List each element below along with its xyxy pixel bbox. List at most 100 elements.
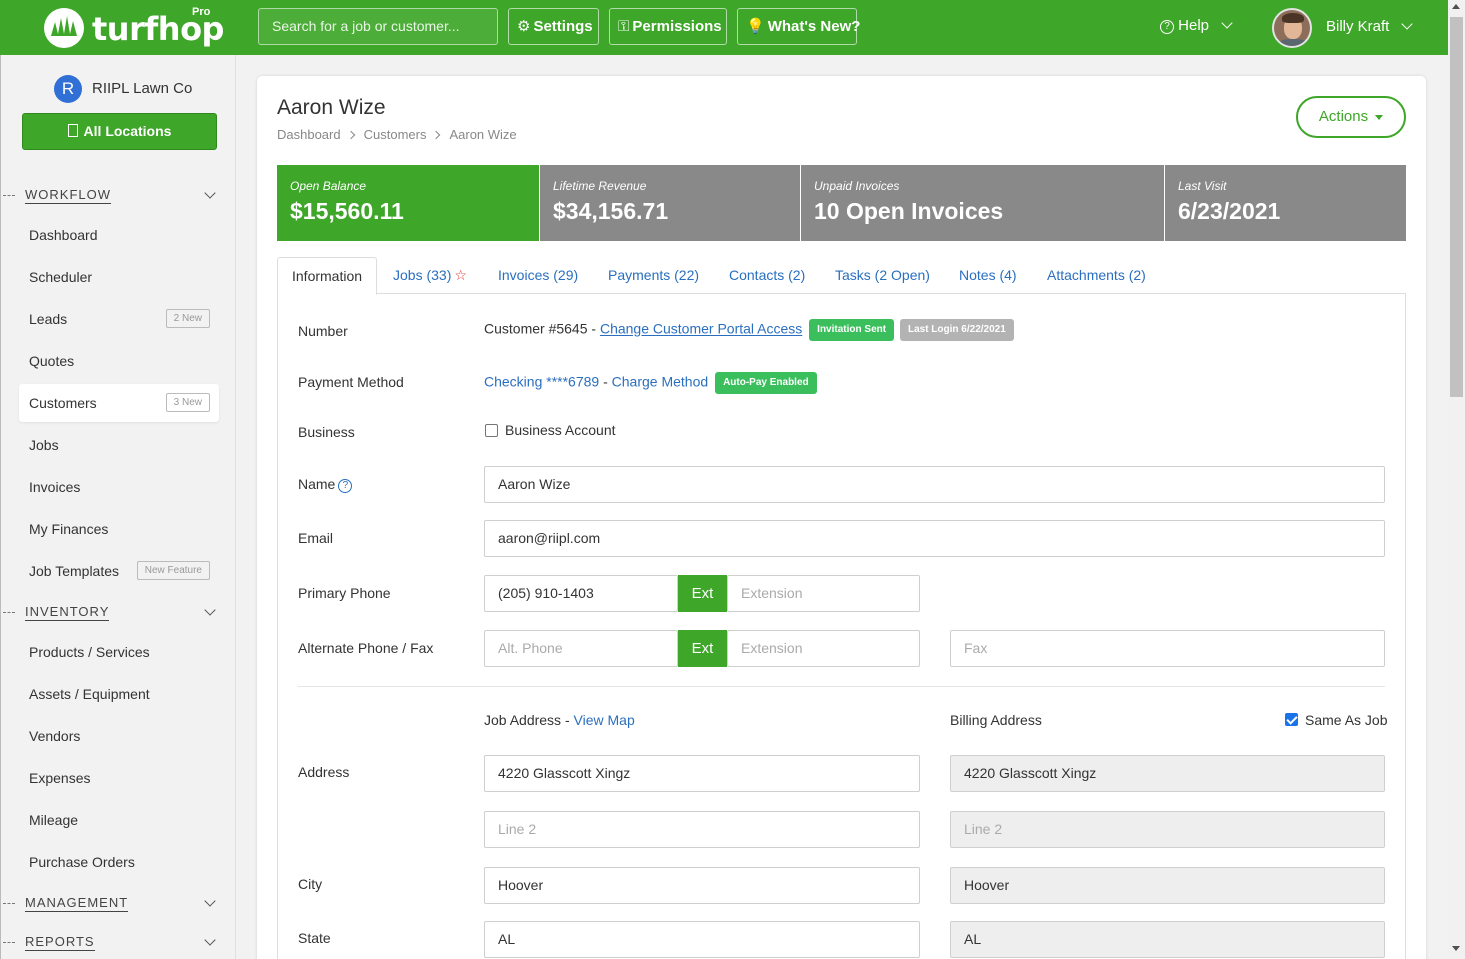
tab-contacts[interactable]: Contacts (2) <box>729 257 805 294</box>
sidebar-item-quotes[interactable]: Quotes <box>19 342 219 380</box>
alt-phone-input[interactable]: Alt. Phone <box>484 630 678 667</box>
section-reports-label: REPORTS <box>25 934 95 951</box>
job-state-input[interactable]: AL <box>484 921 920 958</box>
star-icon: ☆ <box>454 267 467 283</box>
chevron-down-icon <box>204 895 216 907</box>
customer-number-row: Customer #5645 - Change Customer Portal … <box>484 319 1014 341</box>
same-as-job-label[interactable]: Same As Job <box>1305 712 1388 728</box>
sidebar-item-products-services[interactable]: Products / Services <box>19 633 219 671</box>
invitation-sent-badge: Invitation Sent <box>809 319 895 341</box>
number-label: Number <box>298 323 348 339</box>
primary-extension-input[interactable]: Extension <box>727 575 920 612</box>
payment-method-link[interactable]: Checking ****6789 <box>484 374 599 390</box>
sidebar-item-purchase-orders[interactable]: Purchase Orders <box>19 843 219 881</box>
breadcrumb: Dashboard Customers Aaron Wize <box>277 127 517 142</box>
fax-input[interactable]: Fax <box>950 630 1385 667</box>
section-management[interactable]: MANAGEMENT <box>1 893 237 917</box>
user-avatar <box>1272 8 1312 48</box>
building-icon <box>67 124 78 137</box>
business-account-label[interactable]: Business Account <box>505 422 616 438</box>
chevron-down-icon <box>1401 18 1414 30</box>
sidebar-item-vendors[interactable]: Vendors <box>19 717 219 755</box>
tab-invoices[interactable]: Invoices (29) <box>498 257 578 294</box>
tab-notes[interactable]: Notes (4) <box>959 257 1017 294</box>
alt-ext-button[interactable]: Ext <box>678 630 727 667</box>
job-address-line1-input[interactable]: 4220 Glasscott Xingz <box>484 755 920 792</box>
actions-label: Actions <box>1318 108 1369 125</box>
city-label: City <box>298 876 323 892</box>
settings-button[interactable]: ⚙ Settings <box>508 8 599 45</box>
settings-label: Settings <box>533 18 593 35</box>
same-as-job-checkbox[interactable] <box>1285 713 1298 726</box>
sidebar: R RIIPL Lawn Co All Locations WORKFLOW D… <box>0 55 236 959</box>
job-city-input[interactable]: Hoover <box>484 867 920 904</box>
key-icon: ⚿ <box>618 18 630 35</box>
actions-dropdown-button[interactable]: Actions <box>1296 96 1406 138</box>
sidebar-item-my-finances[interactable]: My Finances <box>19 510 219 548</box>
name-input[interactable]: Aaron Wize <box>484 466 1385 503</box>
new-count-badge: 2 New <box>165 309 210 328</box>
charge-method-link[interactable]: Charge Method <box>612 374 709 390</box>
sidebar-item-assets-equipment[interactable]: Assets / Equipment <box>19 675 219 713</box>
gear-icon: ⚙ <box>517 18 531 35</box>
scroll-down-arrow-icon[interactable] <box>1452 946 1460 951</box>
stat-last-visit: Last Visit 6/23/2021 <box>1164 165 1406 241</box>
whats-new-label: What's New? <box>767 18 861 35</box>
information-panel: Number Customer #5645 - Change Customer … <box>277 293 1406 959</box>
breadcrumb-dashboard[interactable]: Dashboard <box>277 127 341 142</box>
breadcrumb-customers[interactable]: Customers <box>364 127 427 142</box>
sidebar-item-scheduler[interactable]: Scheduler <box>19 258 219 296</box>
name-label: Name? <box>298 476 353 493</box>
change-portal-access-link[interactable]: Change Customer Portal Access <box>600 321 802 337</box>
tab-jobs[interactable]: Jobs (33) ☆ <box>393 257 467 294</box>
help-label: Help <box>1178 17 1210 34</box>
job-address-line2-input[interactable]: Line 2 <box>484 811 920 848</box>
tab-tasks[interactable]: Tasks (2 Open) <box>835 257 930 294</box>
sidebar-item-dashboard[interactable]: Dashboard <box>19 216 219 254</box>
alt-extension-input[interactable]: Extension <box>727 630 920 667</box>
scroll-up-arrow-icon[interactable] <box>1452 4 1460 9</box>
section-inventory-label: INVENTORY <box>25 604 110 621</box>
turfhop-logo[interactable]: turfhop Pro <box>44 6 224 50</box>
customer-tabs: Information Jobs (33) ☆ Invoices (29) Pay… <box>277 257 1406 295</box>
global-search-input[interactable]: Search for a job or customer... <box>258 8 498 45</box>
chevron-down-icon <box>1221 17 1233 29</box>
section-divider <box>298 686 1385 687</box>
section-reports[interactable]: REPORTS <box>1 932 237 956</box>
grass-logo-icon <box>44 8 84 48</box>
tab-payments[interactable]: Payments (22) <box>608 257 699 294</box>
address-label: Address <box>298 764 350 780</box>
tab-attachments[interactable]: Attachments (2) <box>1047 257 1146 294</box>
lightbulb-icon: 💡 <box>746 18 765 35</box>
sidebar-item-customers[interactable]: Customers 3 New <box>19 384 219 422</box>
sidebar-item-expenses[interactable]: Expenses <box>19 759 219 797</box>
permissions-button[interactable]: ⚿ Permissions <box>609 8 727 45</box>
section-inventory[interactable]: INVENTORY <box>1 602 237 626</box>
sidebar-item-invoices[interactable]: Invoices <box>19 468 219 506</box>
last-login-badge: Last Login 6/22/2021 <box>899 319 1014 341</box>
primary-phone-input[interactable]: (205) 910-1403 <box>484 575 678 612</box>
sidebar-item-jobs[interactable]: Jobs <box>19 426 219 464</box>
company-name: RIIPL Lawn Co <box>92 80 193 97</box>
tab-information[interactable]: Information <box>277 257 378 295</box>
section-management-label: MANAGEMENT <box>25 895 129 912</box>
sidebar-item-leads[interactable]: Leads 2 New <box>19 300 219 338</box>
sidebar-item-mileage[interactable]: Mileage <box>19 801 219 839</box>
email-input[interactable]: aaron@riipl.com <box>484 520 1385 557</box>
help-menu[interactable]: ? Help <box>1160 17 1233 34</box>
top-navigation-bar: turfhop Pro Search for a job or customer… <box>0 0 1448 55</box>
whats-new-button[interactable]: 💡 What's New? <box>737 8 860 45</box>
all-locations-button[interactable]: All Locations <box>22 113 217 150</box>
business-account-checkbox[interactable] <box>485 424 498 437</box>
stat-unpaid-invoices: Unpaid Invoices 10 Open Invoices <box>800 165 1164 241</box>
page-scrollbar[interactable] <box>1448 0 1465 959</box>
help-circle-icon[interactable]: ? <box>338 479 353 493</box>
scroll-thumb[interactable] <box>1450 17 1463 397</box>
section-workflow[interactable]: WORKFLOW <box>1 185 237 209</box>
primary-ext-button[interactable]: Ext <box>678 575 727 612</box>
pro-badge: Pro <box>192 6 211 18</box>
auto-pay-badge: Auto-Pay Enabled <box>715 372 817 394</box>
sidebar-item-job-templates[interactable]: Job Templates New Feature <box>19 552 219 590</box>
view-map-link[interactable]: View Map <box>574 712 635 728</box>
customer-stats: Open Balance $15,560.11 Lifetime Revenue… <box>277 165 1406 241</box>
